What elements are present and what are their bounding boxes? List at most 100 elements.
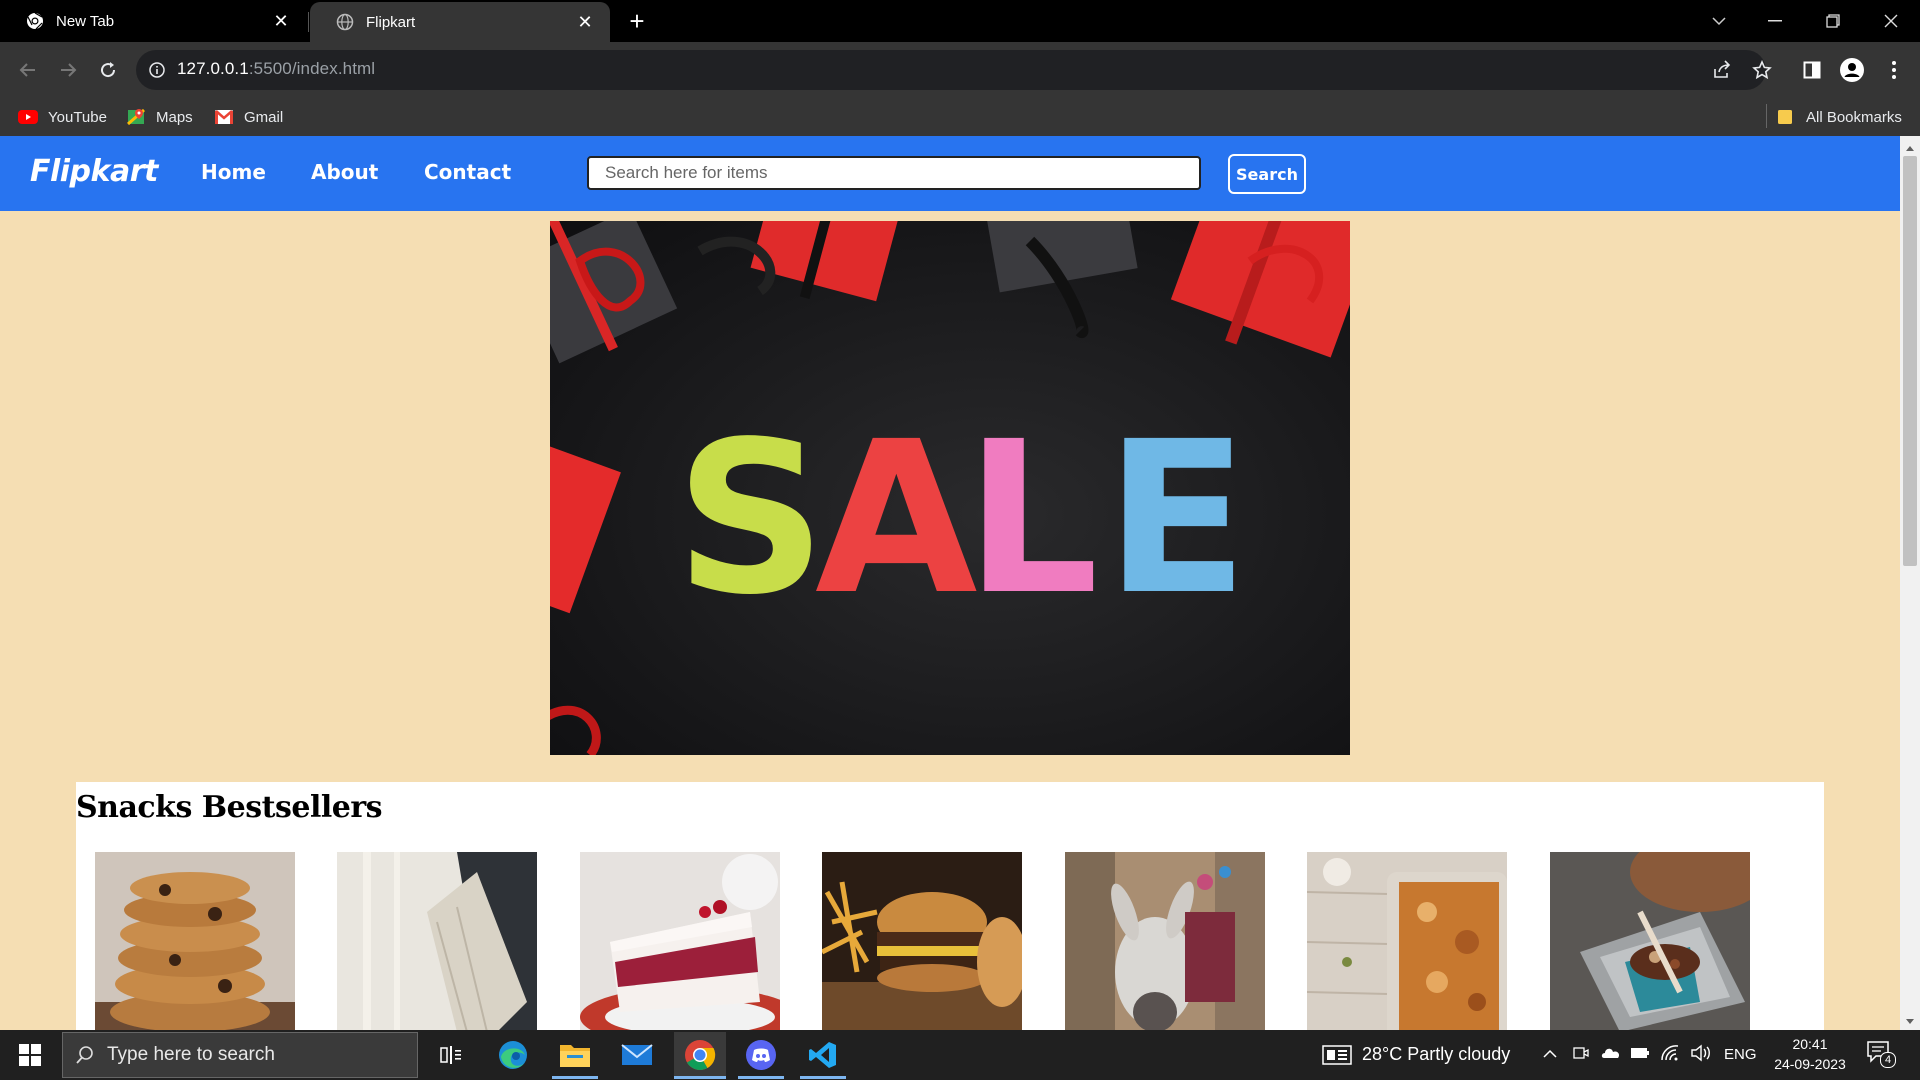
url-path: :5500/index.html xyxy=(248,59,376,78)
donkey-street-image xyxy=(1065,852,1265,1030)
tab-search-icon[interactable] xyxy=(1696,0,1742,42)
bookmark-gmail[interactable]: Gmail xyxy=(214,102,283,132)
product-card-street-food[interactable] xyxy=(1550,852,1750,1030)
close-icon[interactable]: ✕ xyxy=(576,12,594,32)
maps-icon xyxy=(126,108,146,126)
weather-text[interactable]: 28°C Partly cloudy xyxy=(1362,1044,1510,1065)
profile-avatar-icon[interactable] xyxy=(1838,56,1866,84)
street-food-image xyxy=(1550,852,1750,1030)
volume-icon[interactable] xyxy=(1690,1044,1712,1067)
bookmark-maps[interactable]: Maps xyxy=(126,102,193,132)
onedrive-icon[interactable] xyxy=(1600,1044,1622,1067)
scrollbar-thumb[interactable] xyxy=(1903,156,1917,566)
language-indicator[interactable]: ENG xyxy=(1724,1046,1757,1063)
bookmark-youtube[interactable]: YouTube xyxy=(18,102,107,132)
tab-separator xyxy=(308,12,309,32)
edge-browser-icon[interactable] xyxy=(490,1034,536,1076)
scroll-down-arrow-icon[interactable] xyxy=(1904,1014,1916,1024)
cake-image xyxy=(580,852,780,1030)
cookies-image xyxy=(95,852,295,1030)
chrome-icon xyxy=(26,12,44,30)
youtube-icon xyxy=(18,109,38,125)
new-tab-button[interactable]: + xyxy=(624,8,650,34)
bookmark-star-icon[interactable] xyxy=(1748,56,1776,84)
scroll-up-arrow-icon[interactable] xyxy=(1904,140,1916,151)
minimize-icon[interactable] xyxy=(1752,0,1798,42)
product-card-burger[interactable] xyxy=(822,852,1022,1030)
windows-start-icon[interactable] xyxy=(0,1030,60,1080)
nav-link-about[interactable]: About xyxy=(311,160,378,184)
product-card-lasagna[interactable] xyxy=(1307,852,1507,1030)
bookmark-label: Gmail xyxy=(244,108,284,126)
sale-letter-a: A xyxy=(815,396,978,641)
discord-icon[interactable] xyxy=(738,1034,784,1076)
pasta-image xyxy=(337,852,537,1030)
section-title: Snacks Bestsellers xyxy=(76,790,383,825)
bookmark-label: Maps xyxy=(156,108,193,126)
reload-icon[interactable] xyxy=(94,56,122,84)
sale-letter-s: S xyxy=(675,396,826,641)
tray-overflow-chevron-icon[interactable] xyxy=(1542,1046,1558,1067)
close-window-icon[interactable] xyxy=(1868,0,1914,42)
folder-icon xyxy=(1776,109,1796,125)
all-bookmarks-label: All Bookmarks xyxy=(1806,108,1902,126)
vscode-active-indicator xyxy=(800,1076,846,1079)
tab-new-tab[interactable]: New Tab ✕ xyxy=(0,0,306,42)
wifi-icon[interactable] xyxy=(1660,1044,1680,1067)
sale-letters: S A L E xyxy=(675,396,1248,641)
product-card-pasta[interactable] xyxy=(337,852,537,1030)
file-explorer-icon[interactable] xyxy=(552,1034,598,1076)
bookmarks-bar xyxy=(0,98,1920,136)
all-bookmarks-button[interactable]: All Bookmarks xyxy=(1776,102,1902,132)
chrome-active-indicator xyxy=(674,1076,726,1079)
forward-icon[interactable] xyxy=(54,56,82,84)
share-icon[interactable] xyxy=(1708,56,1736,84)
sale-banner-art: S A L E xyxy=(550,221,1350,755)
menu-kebab-icon[interactable] xyxy=(1880,56,1908,84)
tab-title: New Tab xyxy=(56,12,115,30)
sale-banner-image: S A L E xyxy=(550,221,1350,755)
side-panel-icon[interactable] xyxy=(1798,56,1826,84)
bookmark-label: YouTube xyxy=(48,108,107,126)
url-text[interactable]: 127.0.0.1:5500/index.html xyxy=(177,59,375,79)
product-card-donkey-street[interactable] xyxy=(1065,852,1265,1030)
taskbar-clock[interactable]: 20:41 24-09-2023 xyxy=(1770,1034,1850,1074)
discord-active-indicator xyxy=(738,1076,784,1079)
snacks-bestsellers-section: Snacks Bestsellers xyxy=(76,782,1824,1030)
nav-link-contact[interactable]: Contact xyxy=(424,160,511,184)
gmail-icon xyxy=(214,109,234,125)
nav-link-home[interactable]: Home xyxy=(201,160,266,184)
site-logo[interactable]: Flipkart xyxy=(30,154,158,189)
sale-letter-e: E xyxy=(1105,396,1248,641)
task-view-icon[interactable] xyxy=(428,1034,474,1076)
taskbar-search-box[interactable]: Type here to search xyxy=(62,1032,418,1078)
close-icon[interactable]: ✕ xyxy=(272,11,290,31)
search-button[interactable]: Search xyxy=(1228,154,1306,194)
vscode-icon[interactable] xyxy=(800,1034,846,1076)
address-bar[interactable] xyxy=(136,50,1766,90)
tab-title: Flipkart xyxy=(366,13,416,31)
product-card-cake[interactable] xyxy=(580,852,780,1030)
weather-icon[interactable] xyxy=(1322,1040,1352,1070)
sale-letter-l: L xyxy=(965,396,1099,641)
search-icon xyxy=(63,1045,107,1065)
back-icon[interactable] xyxy=(14,56,42,84)
search-input[interactable] xyxy=(587,156,1201,190)
restore-icon[interactable] xyxy=(1810,0,1856,42)
battery-icon[interactable] xyxy=(1630,1046,1650,1065)
clock-time: 20:41 xyxy=(1792,1036,1828,1052)
file-explorer-active-indicator xyxy=(552,1076,598,1079)
notification-badge: 4 xyxy=(1880,1052,1896,1068)
url-host: 127.0.0.1 xyxy=(177,59,249,78)
chrome-taskbar-icon[interactable] xyxy=(674,1032,726,1078)
mail-icon[interactable] xyxy=(614,1034,660,1076)
taskbar-search-placeholder: Type here to search xyxy=(107,1044,275,1065)
site-navbar: Flipkart Home About Contact Search xyxy=(0,136,1900,211)
meet-now-icon[interactable] xyxy=(1572,1044,1590,1067)
page-viewport: Flipkart Home About Contact Search here … xyxy=(0,136,1900,1030)
site-info-icon[interactable] xyxy=(148,61,166,79)
lasagna-image xyxy=(1307,852,1507,1030)
product-card-cookies[interactable] xyxy=(95,852,295,1030)
tab-flipkart[interactable]: Flipkart ✕ xyxy=(310,2,610,42)
notification-center-icon[interactable]: 4 xyxy=(1866,1040,1896,1070)
